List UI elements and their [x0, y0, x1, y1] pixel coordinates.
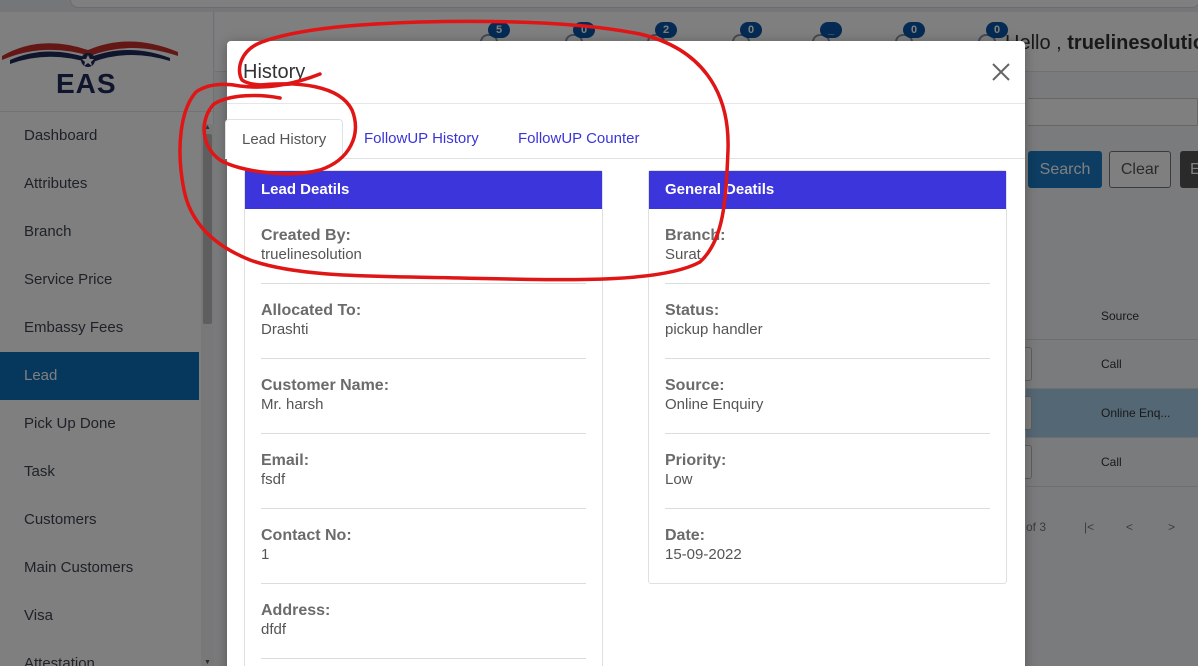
- field-status: Status: pickup handler: [665, 284, 990, 359]
- field-label: Date:: [665, 527, 706, 544]
- field-value: truelinesolution: [261, 246, 362, 263]
- field-source: Source: Online Enquiry: [665, 359, 990, 434]
- field-value: Online Enquiry: [665, 396, 764, 413]
- field-created-by: Created By: truelinesolution: [261, 209, 586, 284]
- modal-title: History: [243, 61, 306, 83]
- card-body: Created By: truelinesolution Allocated T…: [245, 209, 602, 659]
- field-label: Priority:: [665, 452, 727, 469]
- field-value: Surat: [665, 246, 701, 263]
- tab-followup-history[interactable]: FollowUP History: [348, 119, 495, 159]
- field-address: Address: dfdf: [261, 584, 586, 659]
- field-label: Contact No:: [261, 527, 352, 544]
- modal-header: History: [227, 41, 1025, 104]
- field-value: pickup handler: [665, 321, 763, 338]
- field-value: fsdf: [261, 471, 286, 488]
- field-label: Allocated To:: [261, 302, 362, 319]
- field-value: dfdf: [261, 621, 287, 638]
- field-label: Status:: [665, 302, 720, 319]
- field-label: Address:: [261, 602, 331, 619]
- field-allocated-to: Allocated To: Drashti: [261, 284, 586, 359]
- field-value: 1: [261, 546, 270, 563]
- tab-lead-history[interactable]: Lead History: [225, 119, 344, 159]
- card-body: Branch: Surat Status: pickup handler Sou…: [649, 209, 1006, 583]
- field-label: Branch:: [665, 227, 726, 244]
- history-tabs: Lead History FollowUP History FollowUP C…: [225, 119, 1025, 159]
- general-details-card: General Deatils Branch: Surat Status: pi…: [648, 170, 1007, 584]
- field-priority: Priority: Low: [665, 434, 990, 509]
- field-label: Source:: [665, 377, 725, 394]
- history-modal: History Lead History FollowUP History Fo…: [225, 41, 1025, 666]
- field-value: 15-09-2022: [665, 546, 742, 563]
- field-label: Email:: [261, 452, 310, 469]
- card-title: Lead Deatils: [245, 171, 602, 209]
- field-label: Created By:: [261, 227, 351, 244]
- field-branch: Branch: Surat: [665, 209, 990, 284]
- close-icon[interactable]: [989, 60, 1013, 84]
- field-email: Email: fsdf: [261, 434, 586, 509]
- lead-details-card: Lead Deatils Created By: truelinesolutio…: [244, 170, 603, 666]
- field-value: Drashti: [261, 321, 309, 338]
- tab-followup-counter[interactable]: FollowUP Counter: [502, 119, 655, 159]
- field-customer-name: Customer Name: Mr. harsh: [261, 359, 586, 434]
- field-date: Date: 15-09-2022: [665, 509, 990, 583]
- field-label: Customer Name:: [261, 377, 390, 394]
- field-value: Mr. harsh: [261, 396, 324, 413]
- field-contact-no: Contact No: 1: [261, 509, 586, 584]
- card-title: General Deatils: [649, 171, 1006, 209]
- field-value: Low: [665, 471, 693, 488]
